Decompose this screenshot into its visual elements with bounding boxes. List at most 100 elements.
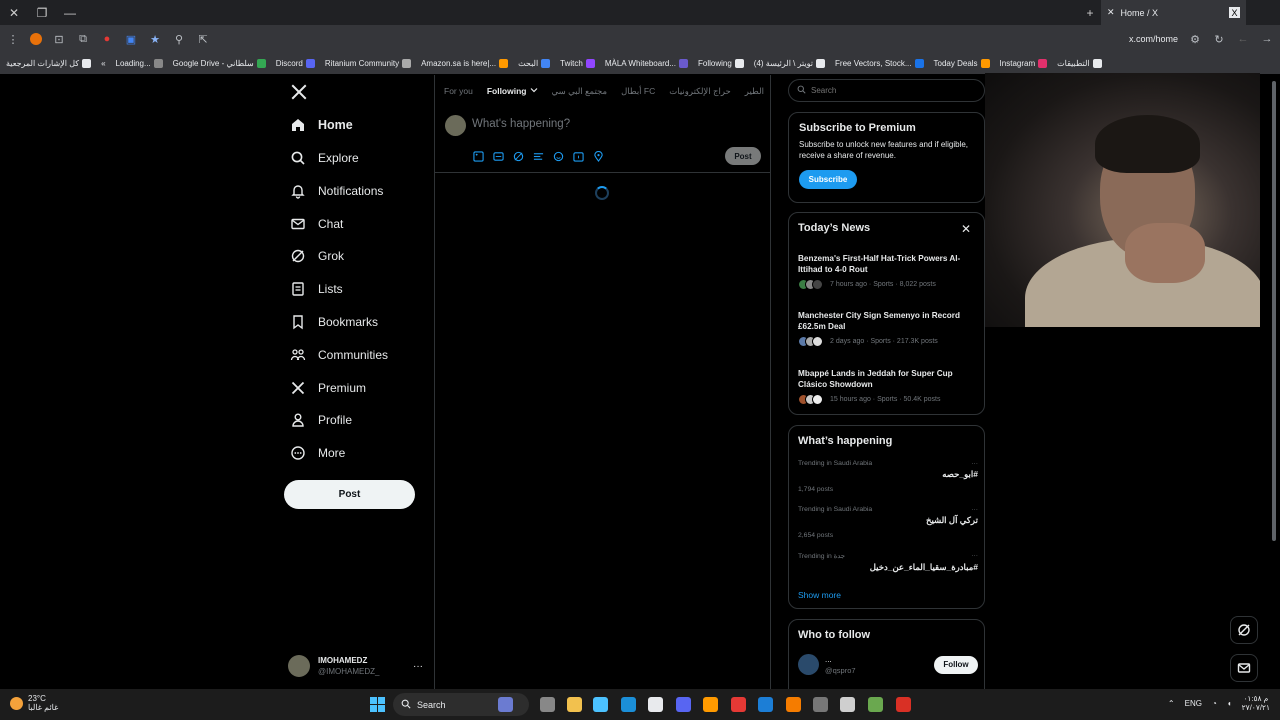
subscribe-button[interactable]: Subscribe: [799, 170, 857, 189]
volume-icon[interactable]: ◖: [1227, 699, 1232, 708]
follow-button[interactable]: Follow: [934, 655, 978, 674]
bookmark-item[interactable]: Instagram: [1000, 59, 1048, 68]
copilot-icon[interactable]: [593, 697, 608, 712]
sidepanel-icon[interactable]: ▣: [124, 32, 138, 46]
start-button[interactable]: [370, 697, 385, 712]
composer-input[interactable]: What's happening?: [472, 118, 570, 130]
file-explorer-icon[interactable]: [567, 697, 582, 712]
nav-item-explore[interactable]: Explore: [290, 145, 359, 171]
menu-icon[interactable]: ⋮: [6, 32, 20, 46]
composer-post-button[interactable]: Post: [725, 147, 761, 165]
trend-more-icon[interactable]: ···: [971, 506, 978, 513]
bookmark-item[interactable]: Amazon.sa is here|...: [421, 59, 509, 68]
discord-icon[interactable]: [676, 697, 691, 712]
url-text[interactable]: x.com/home: [1129, 34, 1178, 44]
trend-more-icon[interactable]: ···: [971, 552, 978, 560]
timeline-tab[interactable]: حراج الإلكترونيات: [669, 86, 731, 97]
bookmark-item[interactable]: Free Vectors, Stock...: [835, 59, 924, 68]
zoom-icon[interactable]: ⚲: [172, 32, 186, 46]
nav-item-premium[interactable]: Premium: [290, 375, 366, 401]
bookmark-item[interactable]: Google Drive - سلطاني: [173, 59, 266, 68]
back-icon[interactable]: →: [1260, 32, 1274, 46]
clock[interactable]: م ٠١:٥٨ ٢٧/٠٧/٢١: [1242, 694, 1270, 712]
star-icon[interactable]: ★: [148, 32, 162, 46]
bookmark-item[interactable]: (4) تويتر \ الرئيسة: [754, 59, 826, 68]
timeline-tab[interactable]: For you: [444, 86, 473, 96]
chrome-canary-icon[interactable]: [896, 697, 911, 712]
bookmark-item[interactable]: كل الإشارات المرجعية: [6, 59, 92, 68]
search-box[interactable]: [788, 79, 985, 102]
nav-item-profile[interactable]: Profile: [290, 407, 352, 433]
nav-item-bookmarks[interactable]: Bookmarks: [290, 309, 378, 335]
follow-suggestion[interactable]: ... @qspro7 Follow: [798, 654, 978, 675]
wifi-icon[interactable]: ◔: [1212, 699, 1217, 708]
location-icon[interactable]: [593, 151, 604, 162]
image-icon[interactable]: [473, 151, 484, 162]
close-window-button[interactable]: ✕: [0, 0, 28, 25]
calculator-icon[interactable]: [813, 697, 828, 712]
news-item[interactable]: Manchester City Sign Semenyo in Record £…: [798, 310, 973, 347]
puzzle-icon[interactable]: ⧉: [76, 32, 90, 46]
bookmark-item[interactable]: Discord: [276, 59, 315, 68]
browser-tab[interactable]: ✕ Home / X X: [1101, 0, 1246, 25]
share-icon[interactable]: ⇱: [196, 32, 210, 46]
nav-item-chat[interactable]: Chat: [290, 211, 343, 237]
chrome-icon[interactable]: [731, 697, 746, 712]
gif-icon[interactable]: [493, 151, 504, 162]
trend-more-icon[interactable]: ···: [971, 460, 978, 467]
x-logo-icon[interactable]: [290, 83, 308, 101]
trend-item[interactable]: Trending in جدة ··· #مبادرة_سقيا_الماء_عن_…: [798, 552, 978, 573]
new-tab-button[interactable]: +: [1079, 6, 1101, 20]
timeline-tab[interactable]: مجتمع البي سي: [552, 86, 608, 97]
minecraft-icon[interactable]: [868, 697, 883, 712]
app-icon[interactable]: [840, 697, 855, 712]
bookmark-item[interactable]: Loading...: [116, 59, 163, 68]
account-more-icon[interactable]: ···: [413, 661, 423, 672]
close-icon[interactable]: ✕: [961, 222, 971, 236]
nav-item-grok[interactable]: Grok: [290, 243, 344, 269]
news-item[interactable]: Benzema's First-Half Hat-Trick Powers Al…: [798, 253, 973, 290]
task-view-icon[interactable]: [540, 697, 555, 712]
reload-icon[interactable]: ↻: [1212, 32, 1226, 46]
widgets-icon[interactable]: [498, 697, 513, 712]
minimize-window-button[interactable]: —: [56, 0, 84, 25]
search-input[interactable]: [811, 86, 971, 95]
post-button[interactable]: Post: [284, 480, 415, 509]
bookmark-item[interactable]: التطبيقات: [1057, 59, 1102, 68]
bookmarks-overflow-icon[interactable]: «: [101, 59, 105, 68]
chevron-up-icon[interactable]: ⌃: [1168, 699, 1175, 708]
restore-window-button[interactable]: ❐: [28, 0, 56, 25]
site-settings-icon[interactable]: ⚙: [1188, 32, 1202, 46]
illustrator-icon[interactable]: [703, 697, 718, 712]
blender-icon[interactable]: [786, 697, 801, 712]
forward-icon[interactable]: ←: [1236, 32, 1250, 46]
trend-item[interactable]: Trending in Saudi Arabia ··· #ابو_حصه 1,794…: [798, 460, 978, 493]
nav-item-notifications[interactable]: Notifications: [290, 178, 383, 204]
record-icon[interactable]: ●: [100, 32, 114, 46]
poll-icon[interactable]: [533, 151, 544, 162]
grok-float-button[interactable]: [1230, 616, 1258, 644]
show-more-link[interactable]: Show more: [798, 590, 841, 600]
timeline-tab[interactable]: الطير: [745, 86, 764, 97]
nav-item-communities[interactable]: Communities: [290, 342, 388, 368]
mail-icon[interactable]: [758, 697, 773, 712]
timeline-tab[interactable]: Following: [487, 86, 538, 96]
edge-icon[interactable]: [621, 697, 636, 712]
extension-icon[interactable]: [30, 33, 42, 45]
bookmark-item[interactable]: Twitch: [560, 59, 595, 68]
bookmark-item[interactable]: البحث: [518, 59, 551, 68]
news-item[interactable]: Mbappé Lands in Jeddah for Super Cup Clá…: [798, 368, 973, 405]
close-tab-icon[interactable]: ✕: [1107, 7, 1115, 18]
weather-widget[interactable]: 23°C غائم غالبا: [10, 694, 58, 712]
bookmark-item[interactable]: MÀLA Whiteboard...: [605, 59, 688, 68]
bookmark-item[interactable]: Following: [698, 59, 744, 68]
schedule-icon[interactable]: [573, 151, 584, 162]
bookmark-item[interactable]: Today Deals: [934, 59, 990, 68]
messages-float-button[interactable]: [1230, 654, 1258, 682]
nav-item-lists[interactable]: Lists: [290, 276, 343, 302]
timeline-tab[interactable]: أبطال FC: [621, 86, 655, 97]
language-indicator[interactable]: ENG: [1185, 699, 1202, 708]
nav-item-home[interactable]: Home: [290, 112, 353, 138]
store-icon[interactable]: [648, 697, 663, 712]
screenshot-icon[interactable]: ⊡: [52, 32, 66, 46]
